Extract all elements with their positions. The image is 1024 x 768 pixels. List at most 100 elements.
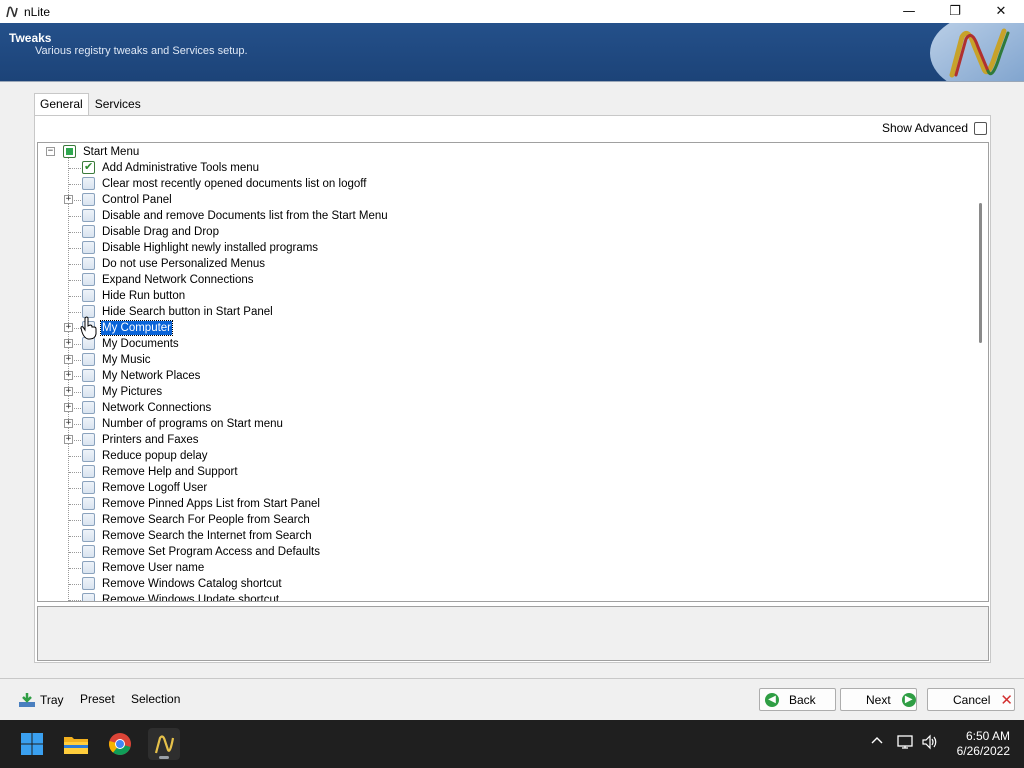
file-explorer-icon[interactable]	[60, 728, 92, 760]
volume-icon[interactable]	[921, 734, 939, 754]
tweaks-tree[interactable]: − Start Menu Add Administrative Tools me…	[37, 142, 989, 602]
tree-item[interactable]: + My Pictures	[38, 384, 968, 400]
checkbox-icon[interactable]	[82, 241, 95, 254]
checkbox-icon[interactable]	[82, 417, 95, 430]
tree-item[interactable]: Do not use Personalized Menus	[38, 256, 968, 272]
expand-plus-icon[interactable]: +	[64, 355, 73, 364]
tree-item-label: Control Panel	[102, 194, 172, 206]
tab-general[interactable]: General	[34, 93, 89, 116]
expand-plus-icon[interactable]: +	[64, 419, 73, 428]
tree-item[interactable]: + My Music	[38, 352, 968, 368]
tree-item[interactable]: + Printers and Faxes	[38, 432, 968, 448]
tree-item[interactable]: Disable Highlight newly installed progra…	[38, 240, 968, 256]
checkbox-icon[interactable]	[82, 401, 95, 414]
tree-item[interactable]: Remove Search the Internet from Search	[38, 528, 968, 544]
checkbox-icon[interactable]	[82, 513, 95, 526]
collapse-icon[interactable]: −	[46, 147, 55, 156]
checkbox-icon[interactable]	[82, 497, 95, 510]
tree-item[interactable]: Hide Search button in Start Panel	[38, 304, 968, 320]
checkbox-icon[interactable]	[82, 433, 95, 446]
close-button[interactable]: ✕	[978, 0, 1024, 23]
tree-item[interactable]: Expand Network Connections	[38, 272, 968, 288]
checkbox-icon[interactable]	[82, 545, 95, 558]
expand-plus-icon[interactable]: +	[64, 371, 73, 380]
expand-plus-icon[interactable]: +	[64, 195, 73, 204]
checkbox-icon[interactable]	[82, 593, 95, 601]
tree-item-label: Remove Set Program Access and Defaults	[102, 546, 320, 558]
back-button[interactable]: ◀ Back	[759, 688, 836, 711]
tree-item[interactable]: Remove Windows Update shortcut	[38, 592, 968, 601]
tree-item[interactable]: Remove Pinned Apps List from Start Panel	[38, 496, 968, 512]
preset-button[interactable]: Preset	[80, 692, 115, 706]
partial-checkbox-icon[interactable]	[63, 145, 76, 158]
tree-item[interactable]: + Number of programs on Start menu	[38, 416, 968, 432]
expand-plus-icon[interactable]: +	[64, 323, 73, 332]
checkbox-icon[interactable]	[82, 561, 95, 574]
tree-item[interactable]: Remove User name	[38, 560, 968, 576]
checkbox-icon[interactable]	[82, 481, 95, 494]
tree-item[interactable]: Remove Windows Catalog shortcut	[38, 576, 968, 592]
tree-item-label: Hide Search button in Start Panel	[102, 306, 273, 318]
taskbar-clock[interactable]: 6:50 AM 6/26/2022	[957, 729, 1010, 759]
general-tab-panel: Show Advanced − Start Menu Add Administr…	[34, 115, 991, 663]
tree-item[interactable]: Add Administrative Tools menu	[38, 160, 968, 176]
checkbox-icon[interactable]	[82, 465, 95, 478]
checkbox-icon[interactable]	[82, 225, 95, 238]
start-windows-icon[interactable]	[16, 728, 48, 760]
expand-plus-icon[interactable]: +	[64, 403, 73, 412]
tree-item-label: My Computer	[99, 320, 174, 336]
next-button[interactable]: Next ▶	[840, 688, 917, 711]
checkbox-icon[interactable]	[82, 177, 95, 190]
checkbox-icon[interactable]	[82, 273, 95, 286]
tree-item[interactable]: Hide Run button	[38, 288, 968, 304]
tree-item[interactable]: Reduce popup delay	[38, 448, 968, 464]
tray-overflow-chevron-icon[interactable]	[870, 734, 884, 752]
tree-item-label: Disable and remove Documents list from t…	[102, 210, 388, 222]
expand-plus-icon[interactable]: +	[64, 339, 73, 348]
tree-scrollbar[interactable]	[972, 143, 988, 601]
checkbox-icon[interactable]	[82, 449, 95, 462]
tray-button[interactable]: Tray	[18, 692, 64, 708]
checkbox-icon[interactable]	[82, 529, 95, 542]
minimize-button[interactable]: —	[886, 0, 932, 23]
expand-plus-icon[interactable]: +	[64, 387, 73, 396]
tree-connector	[69, 232, 81, 233]
tree-item[interactable]: + Control Panel	[38, 192, 968, 208]
checkbox-icon[interactable]	[82, 193, 95, 206]
chrome-icon[interactable]	[104, 728, 136, 760]
checkbox-icon[interactable]	[82, 257, 95, 270]
tree-item[interactable]: + Network Connections	[38, 400, 968, 416]
checkbox-icon[interactable]	[82, 289, 95, 302]
cancel-button[interactable]: Cancel ✕	[927, 688, 1015, 711]
nlite-taskbar-icon[interactable]	[148, 728, 180, 760]
selection-button[interactable]: Selection	[131, 692, 180, 706]
tree-item[interactable]: Disable and remove Documents list from t…	[38, 208, 968, 224]
tree-root-start-menu[interactable]: − Start Menu	[38, 144, 968, 160]
tree-item-label: Remove Logoff User	[102, 482, 208, 494]
checkbox-icon[interactable]	[82, 369, 95, 382]
show-advanced-control[interactable]: Show Advanced	[882, 121, 990, 135]
tree-item[interactable]: Clear most recently opened documents lis…	[38, 176, 968, 192]
checked-checkbox-icon[interactable]	[82, 160, 95, 174]
checkbox-icon[interactable]	[82, 385, 95, 398]
tree-item[interactable]: Remove Logoff User	[38, 480, 968, 496]
back-label: Back	[789, 692, 816, 707]
tree-item[interactable]: + My Computer	[38, 320, 968, 336]
tree-item[interactable]: Remove Search For People from Search	[38, 512, 968, 528]
checkbox-icon[interactable]	[82, 209, 95, 222]
tree-item[interactable]: Remove Set Program Access and Defaults	[38, 544, 968, 560]
restore-button[interactable]: ❐	[932, 0, 978, 23]
checkbox-icon[interactable]	[82, 353, 95, 366]
tree-item[interactable]: + My Network Places	[38, 368, 968, 384]
tree-item[interactable]: + My Documents	[38, 336, 968, 352]
show-advanced-checkbox[interactable]	[974, 121, 987, 135]
network-icon[interactable]	[897, 734, 915, 754]
scrollbar-thumb[interactable]	[979, 203, 982, 343]
checkbox-icon[interactable]	[82, 577, 95, 590]
tree-item-label: Disable Drag and Drop	[102, 226, 219, 238]
expand-plus-icon[interactable]: +	[64, 435, 73, 444]
tree-item[interactable]: Disable Drag and Drop	[38, 224, 968, 240]
tree-item[interactable]: Remove Help and Support	[38, 464, 968, 480]
tab-services[interactable]: Services	[89, 93, 147, 115]
tree-item-label: Hide Run button	[102, 290, 186, 302]
